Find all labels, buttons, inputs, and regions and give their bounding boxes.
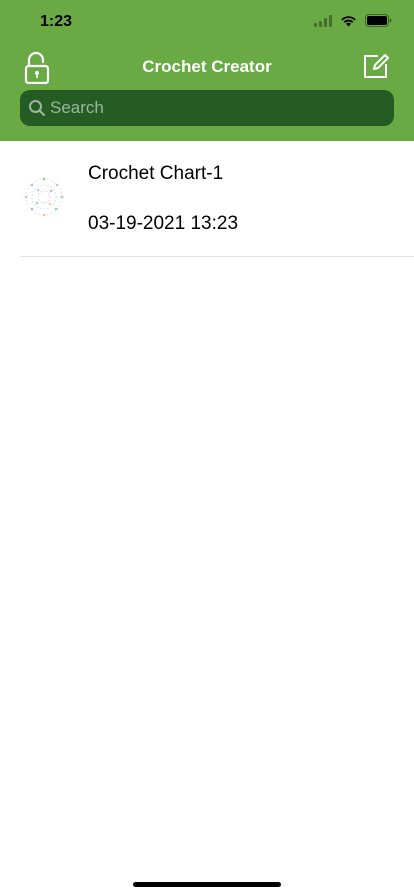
header: 1:23 Crochet Creator Search <box>0 0 414 141</box>
nav-title: Crochet Creator <box>142 57 272 76</box>
search-bar[interactable] <box>20 90 394 126</box>
search-input[interactable] <box>50 90 394 126</box>
status-bar: 1:23 <box>0 0 414 44</box>
search-icon <box>29 100 45 116</box>
list-divider <box>20 256 414 257</box>
cellular-signal-icon <box>314 14 332 27</box>
chart-date: 03-19-2021 13:23 <box>88 213 239 234</box>
battery-icon <box>365 14 392 27</box>
nav-bar: Crochet Creator <box>0 44 414 90</box>
app-screen: 1:23 Crochet Creator Search Crochet Char… <box>0 0 414 896</box>
list-item[interactable]: Crochet Chart-1 03-19-2021 13:23 <box>0 141 414 257</box>
chart-list: Crochet Chart-1 03-19-2021 13:23 <box>0 141 414 257</box>
status-time: 1:23 <box>40 13 73 30</box>
chart-thumbnail <box>24 177 64 217</box>
compose-icon <box>364 54 389 78</box>
compose-button[interactable] <box>362 52 390 80</box>
status-icons <box>314 14 392 27</box>
wifi-icon <box>341 15 356 26</box>
home-indicator[interactable] <box>133 882 281 887</box>
chart-title: Crochet Chart-1 <box>88 163 224 184</box>
